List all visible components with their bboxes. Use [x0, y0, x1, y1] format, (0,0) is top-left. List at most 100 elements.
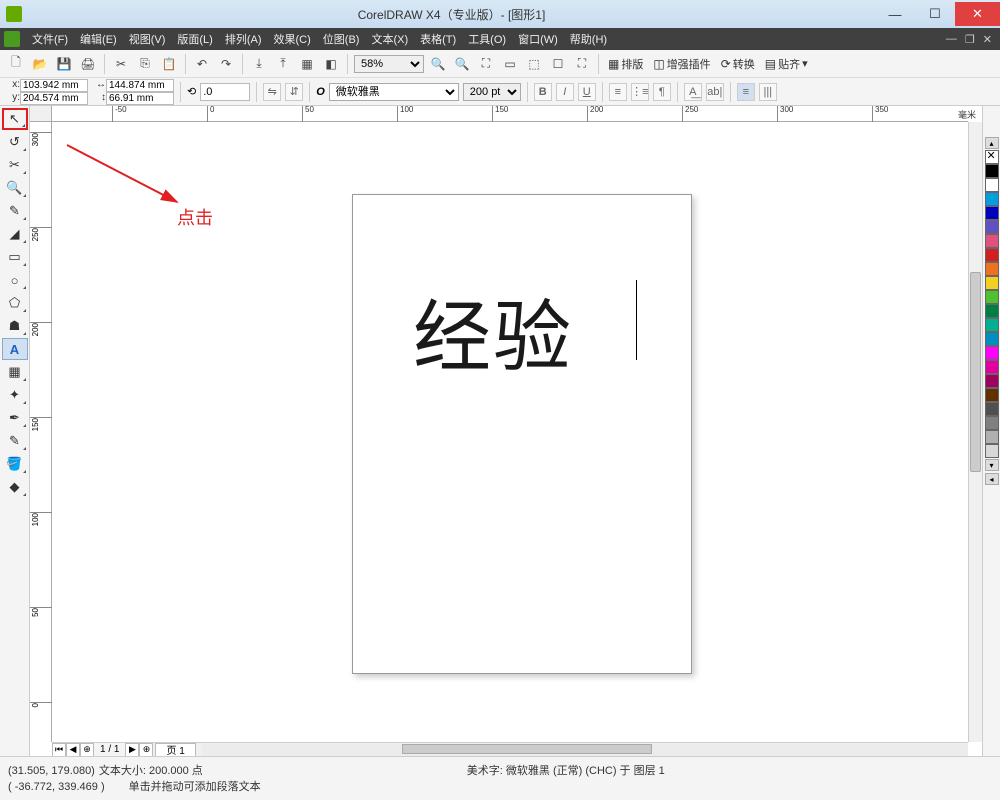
- paste-button[interactable]: 📋: [159, 54, 179, 74]
- color-swatch[interactable]: [985, 276, 999, 290]
- menu-tools[interactable]: 工具(O): [462, 31, 512, 47]
- ellipse-tool[interactable]: ○: [2, 269, 28, 291]
- color-swatch[interactable]: [985, 262, 999, 276]
- color-swatch[interactable]: [985, 234, 999, 248]
- add-page-before-button[interactable]: ⊕: [80, 743, 94, 757]
- interactive-fill-tool[interactable]: ◆: [2, 476, 28, 498]
- redo-button[interactable]: ↷: [216, 54, 236, 74]
- height-input[interactable]: [106, 92, 174, 105]
- copy-button[interactable]: ⎘: [135, 54, 155, 74]
- menu-table[interactable]: 表格(T): [414, 31, 462, 47]
- dropcap-button[interactable]: ¶: [653, 83, 671, 101]
- text-horizontal-button[interactable]: ≡: [737, 83, 755, 101]
- menu-window[interactable]: 窗口(W): [512, 31, 564, 47]
- menu-layout[interactable]: 版面(L): [171, 31, 218, 47]
- color-swatch[interactable]: [985, 374, 999, 388]
- layout-button[interactable]: ▦排版: [605, 56, 646, 72]
- char-format-button[interactable]: A͟: [684, 83, 702, 101]
- zoom-tool[interactable]: 🔍: [2, 177, 28, 199]
- color-swatch[interactable]: [985, 360, 999, 374]
- new-button[interactable]: 🗋: [6, 54, 26, 74]
- menu-help[interactable]: 帮助(H): [564, 31, 613, 47]
- color-swatch[interactable]: [985, 430, 999, 444]
- color-swatch[interactable]: [985, 444, 999, 458]
- open-button[interactable]: 📂: [30, 54, 50, 74]
- bold-button[interactable]: B: [534, 83, 552, 101]
- add-page-after-button[interactable]: ⊕: [139, 743, 153, 757]
- vertical-ruler[interactable]: 300250200150100500: [30, 122, 52, 742]
- canvas-area[interactable]: -50050100150200250300350 300250200150100…: [30, 106, 982, 756]
- menu-effects[interactable]: 效果(C): [268, 31, 317, 47]
- next-page-button[interactable]: ▶: [125, 743, 139, 757]
- menu-arrange[interactable]: 排列(A): [219, 31, 268, 47]
- fullscreen-icon[interactable]: ⛶: [572, 54, 592, 74]
- doc-restore-button[interactable]: ❐: [961, 33, 979, 46]
- x-position-input[interactable]: [20, 79, 88, 92]
- artistic-text-object[interactable]: 经验: [413, 275, 573, 387]
- convert-button[interactable]: ⟳转换: [718, 56, 758, 72]
- color-swatch[interactable]: [985, 318, 999, 332]
- color-swatch[interactable]: [985, 164, 999, 178]
- width-input[interactable]: [106, 79, 174, 92]
- text-vertical-button[interactable]: |||: [759, 83, 777, 101]
- font-family-select[interactable]: 微软雅黑: [329, 83, 459, 101]
- export-button[interactable]: ⤒: [273, 54, 293, 74]
- zoom-in-icon[interactable]: 🔍: [428, 54, 448, 74]
- zoom-level-select[interactable]: 58%: [354, 55, 424, 73]
- pick-tool[interactable]: ↖: [2, 108, 28, 130]
- table-tool[interactable]: ▦: [2, 361, 28, 383]
- save-button[interactable]: 💾: [54, 54, 74, 74]
- menu-edit[interactable]: 编辑(E): [74, 31, 123, 47]
- undo-button[interactable]: ↶: [192, 54, 212, 74]
- color-swatch[interactable]: [985, 178, 999, 192]
- edit-text-button[interactable]: ab|: [706, 83, 724, 101]
- color-swatch[interactable]: [985, 416, 999, 430]
- horizontal-ruler[interactable]: -50050100150200250300350: [52, 106, 968, 122]
- app-launcher-button[interactable]: ▦: [297, 54, 317, 74]
- font-size-select[interactable]: 200 pt: [463, 83, 521, 101]
- menu-text[interactable]: 文本(X): [365, 31, 414, 47]
- horizontal-scrollbar[interactable]: [202, 744, 968, 756]
- scrollbar-thumb[interactable]: [970, 272, 981, 472]
- text-tool[interactable]: A: [2, 338, 28, 360]
- mirror-h-button[interactable]: ⇋: [263, 83, 281, 101]
- doc-minimize-button[interactable]: —: [942, 33, 961, 46]
- fill-tool[interactable]: 🪣: [2, 453, 28, 475]
- welcome-button[interactable]: ◧: [321, 54, 341, 74]
- polygon-tool[interactable]: ⬠: [2, 292, 28, 314]
- color-swatch[interactable]: [985, 290, 999, 304]
- no-color-swatch[interactable]: [985, 150, 999, 164]
- palette-flyout[interactable]: ◂: [985, 473, 999, 485]
- eyedropper-tool[interactable]: ✒: [2, 407, 28, 429]
- mirror-v-button[interactable]: ⇵: [285, 83, 303, 101]
- rectangle-tool[interactable]: ▭: [2, 246, 28, 268]
- import-button[interactable]: ⤓: [249, 54, 269, 74]
- color-swatch[interactable]: [985, 402, 999, 416]
- crop-tool[interactable]: ✂: [2, 154, 28, 176]
- smart-fill-tool[interactable]: ◢: [2, 223, 28, 245]
- zoom-fit-icon[interactable]: ⛶: [476, 54, 496, 74]
- italic-button[interactable]: I: [556, 83, 574, 101]
- prev-page-button[interactable]: ◀: [66, 743, 80, 757]
- color-swatch[interactable]: [985, 304, 999, 318]
- color-swatch[interactable]: [985, 192, 999, 206]
- palette-scroll-down[interactable]: ▾: [985, 459, 999, 471]
- alignment-button[interactable]: ≡: [609, 83, 627, 101]
- ruler-origin[interactable]: [30, 106, 52, 122]
- close-button[interactable]: ✕: [955, 2, 1000, 26]
- document-page[interactable]: 经验: [352, 194, 692, 674]
- color-swatch[interactable]: [985, 332, 999, 346]
- zoom-out-icon[interactable]: 🔍: [452, 54, 472, 74]
- rotation-input[interactable]: [200, 83, 250, 101]
- page-tab[interactable]: 页 1: [155, 743, 195, 757]
- basic-shapes-tool[interactable]: ☗: [2, 315, 28, 337]
- print-button[interactable]: 🖨: [78, 54, 98, 74]
- first-page-button[interactable]: ⏮: [52, 743, 66, 757]
- interactive-tool[interactable]: ✦: [2, 384, 28, 406]
- menu-file[interactable]: 文件(F): [26, 31, 74, 47]
- align-button[interactable]: ▤贴齐▾: [762, 56, 811, 72]
- palette-scroll-up[interactable]: ▴: [985, 137, 999, 149]
- cut-button[interactable]: ✂: [111, 54, 131, 74]
- color-swatch[interactable]: [985, 206, 999, 220]
- vertical-scrollbar[interactable]: [968, 122, 982, 742]
